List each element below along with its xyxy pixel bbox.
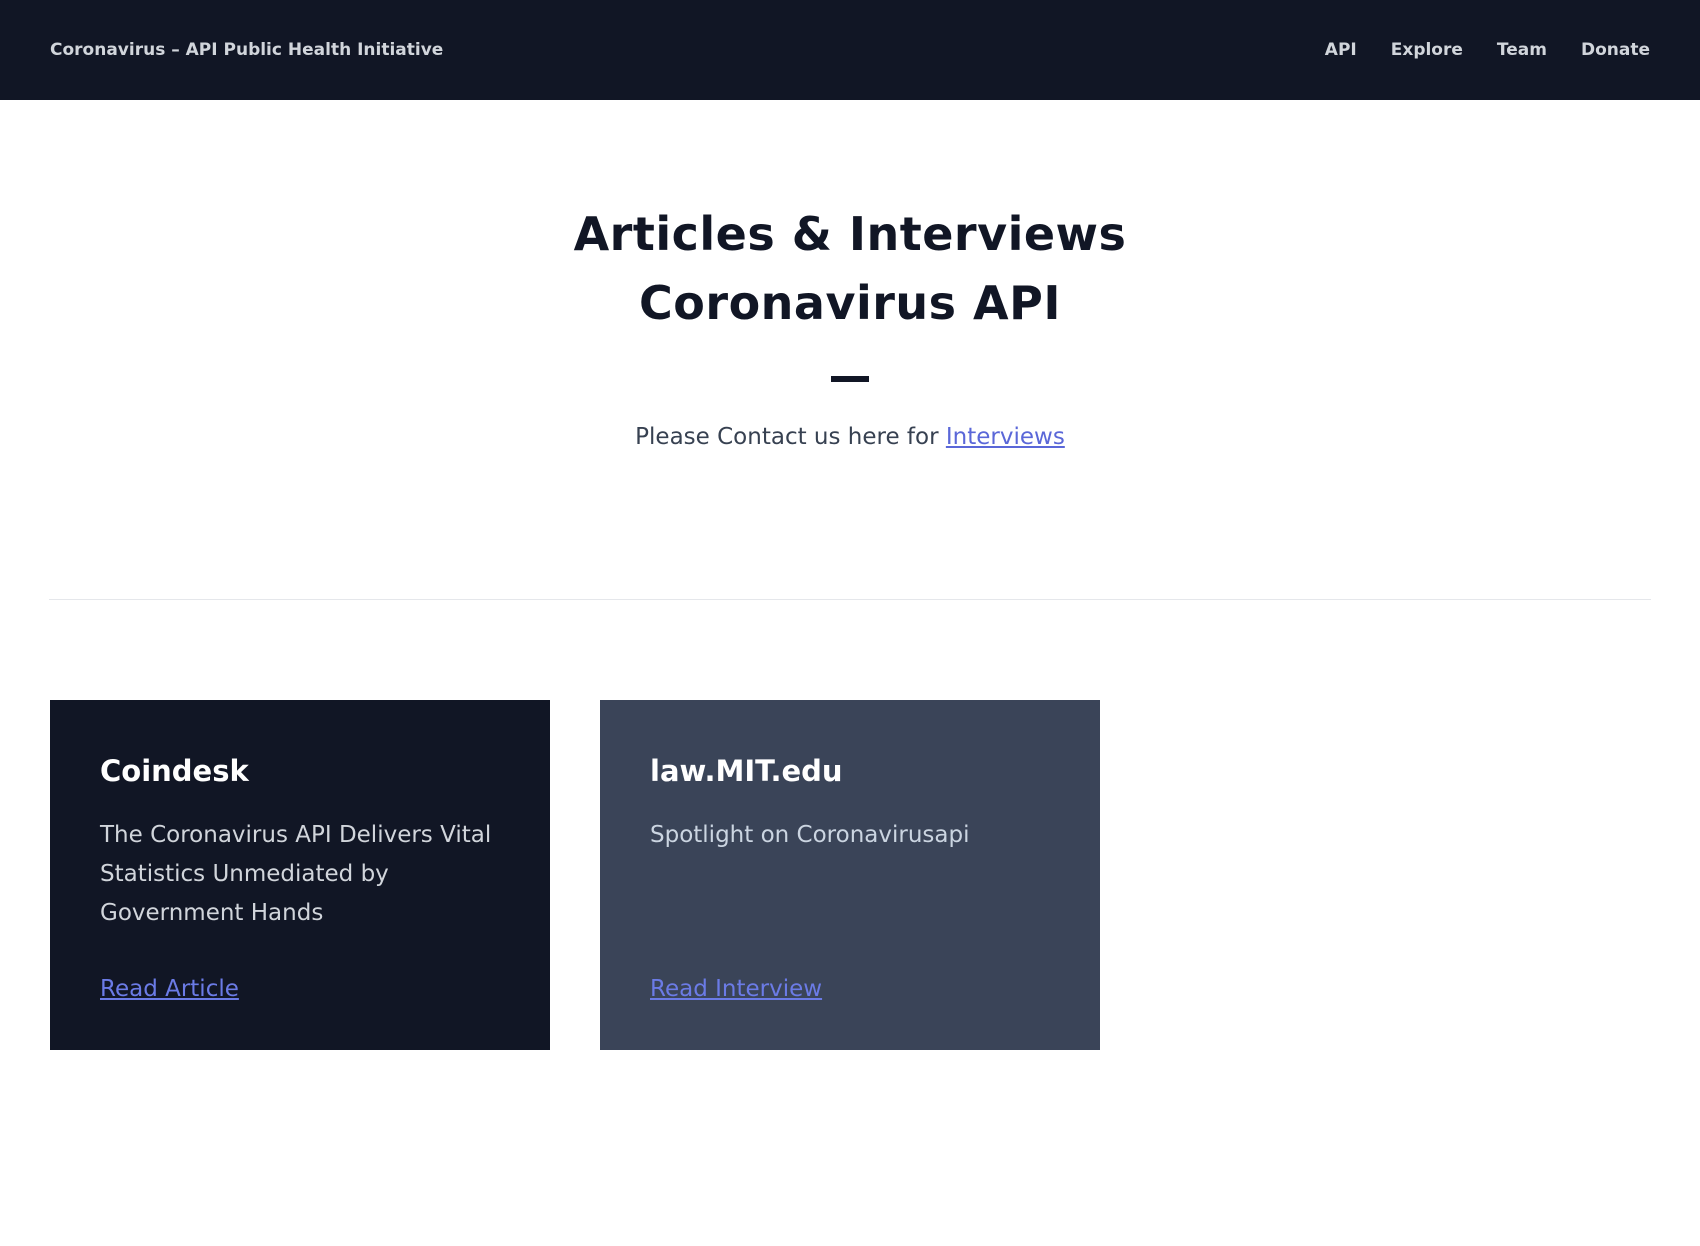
contact-text: Please Contact us here for Interviews bbox=[0, 424, 1700, 450]
card-title: Coindesk bbox=[100, 754, 249, 788]
article-card-coindesk: Coindesk The Coronavirus API Delivers Vi… bbox=[50, 700, 550, 1050]
contact-prefix: Please Contact us here for bbox=[635, 424, 946, 450]
card-description: Spotlight on Coronavirusapi bbox=[650, 822, 970, 848]
nav-links: API Explore Team Donate bbox=[1325, 40, 1650, 60]
read-interview-link[interactable]: Read Interview bbox=[650, 976, 822, 1002]
page-title-line-2: Coronavirus API bbox=[639, 276, 1061, 330]
card-description: The Coronavirus API Delivers Vital Stati… bbox=[100, 822, 492, 926]
nav-link-donate[interactable]: Donate bbox=[1581, 40, 1650, 60]
section-divider bbox=[49, 599, 1651, 600]
interviews-link[interactable]: Interviews bbox=[946, 424, 1065, 450]
article-card-law-mit: law.MIT.edu Spotlight on Coronavirusapi … bbox=[600, 700, 1100, 1050]
page-title: Articles & Interviews Coronavirus API bbox=[0, 200, 1700, 338]
brand-link[interactable]: Coronavirus – API Public Health Initiati… bbox=[50, 40, 443, 60]
top-navbar: Coronavirus – API Public Health Initiati… bbox=[0, 0, 1700, 100]
page-title-line-1: Articles & Interviews bbox=[573, 207, 1127, 261]
nav-link-explore[interactable]: Explore bbox=[1391, 40, 1463, 60]
nav-link-api[interactable]: API bbox=[1325, 40, 1357, 60]
card-title: law.MIT.edu bbox=[650, 754, 843, 788]
hero-section: Articles & Interviews Coronavirus API Pl… bbox=[0, 200, 1700, 450]
title-divider-dash bbox=[831, 376, 869, 382]
nav-link-team[interactable]: Team bbox=[1497, 40, 1547, 60]
read-article-link[interactable]: Read Article bbox=[100, 976, 239, 1002]
